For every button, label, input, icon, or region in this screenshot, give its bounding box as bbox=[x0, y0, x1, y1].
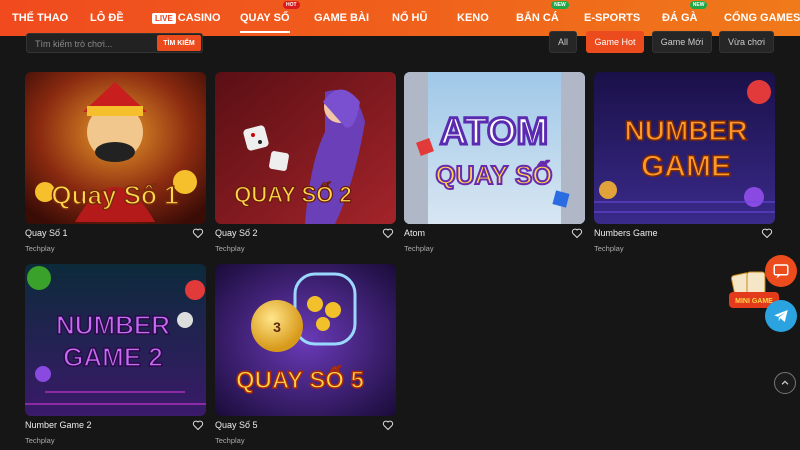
chat-icon[interactable] bbox=[765, 255, 797, 287]
game-thumbnail[interactable]: NUMBER GAME 2 bbox=[25, 264, 206, 416]
search-input[interactable] bbox=[35, 37, 155, 50]
heart-icon[interactable] bbox=[382, 419, 394, 431]
art-title: QUAY SỐ 5 bbox=[236, 366, 364, 394]
art-title-line1: NUMBER bbox=[625, 115, 748, 146]
filter-vua-choi[interactable]: Vừa chơi bbox=[719, 31, 774, 53]
scroll-to-top-button[interactable] bbox=[774, 372, 796, 394]
game-provider: Techplay bbox=[404, 244, 434, 253]
game-card[interactable]: NUMBER GAME Numbers Game Techplay bbox=[594, 72, 775, 253]
game-card[interactable]: Quay Số 1 Quay Số 1 Techplay bbox=[25, 72, 206, 253]
heart-icon[interactable] bbox=[571, 227, 583, 239]
game-provider: Techplay bbox=[215, 436, 245, 445]
nav-item-lo-de[interactable]: LÔ ĐỀ bbox=[90, 0, 124, 36]
game-title: Numbers Game bbox=[594, 228, 658, 238]
game-card[interactable]: 3 QUAY SỐ 5 Quay Số 5 Techplay bbox=[215, 264, 396, 445]
game-provider: Techplay bbox=[25, 436, 55, 445]
art-title-line1: ATOM bbox=[440, 111, 548, 153]
search-button[interactable]: TÌM KIẾM bbox=[157, 35, 201, 51]
live-tag: LIVE bbox=[152, 12, 176, 24]
heart-icon[interactable] bbox=[192, 419, 204, 431]
game-card[interactable]: NUMBER GAME 2 Number Game 2 Techplay bbox=[25, 264, 206, 445]
art-title: QUAY SỐ 2 bbox=[234, 181, 351, 207]
game-provider: Techplay bbox=[215, 244, 245, 253]
nav-item-casino[interactable]: LIVE CASINO bbox=[152, 0, 221, 36]
new-badge: NEW bbox=[551, 1, 569, 9]
new-badge: NEW bbox=[689, 1, 708, 9]
game-provider: Techplay bbox=[25, 244, 55, 253]
game-title: Quay Số 1 bbox=[25, 228, 68, 238]
mini-game-label: MINI GAME bbox=[735, 298, 773, 305]
nav-item-quay-so[interactable]: QUAY SỐ HOT bbox=[240, 0, 300, 36]
ball-number: 3 bbox=[273, 319, 281, 335]
game-thumbnail[interactable]: ATOM QUAY SỐ bbox=[404, 72, 585, 224]
hot-badge: HOT bbox=[282, 1, 300, 9]
heart-icon[interactable] bbox=[192, 227, 204, 239]
art-title: Quay Số 1 bbox=[51, 180, 178, 210]
filter-game-moi[interactable]: Game Mới bbox=[652, 31, 712, 53]
game-thumbnail[interactable]: QUAY SỐ 2 bbox=[215, 72, 396, 224]
game-title: Quay Số 5 bbox=[215, 420, 258, 430]
filter-all[interactable]: All bbox=[549, 31, 577, 53]
telegram-icon[interactable] bbox=[765, 300, 797, 332]
game-card[interactable]: ATOM QUAY SỐ Atom Techplay bbox=[404, 72, 585, 253]
art-title-line2: GAME 2 bbox=[63, 342, 163, 372]
game-thumbnail[interactable]: 3 QUAY SỐ 5 bbox=[215, 264, 396, 416]
nav-item-keno[interactable]: KENO bbox=[457, 0, 489, 36]
art-title-line2: GAME bbox=[641, 150, 731, 183]
chevron-up-icon bbox=[781, 380, 789, 385]
filter-game-hot[interactable]: Game Hot bbox=[586, 31, 644, 53]
nav-item-game-bai[interactable]: GAME BÀI bbox=[314, 0, 369, 36]
art-title-line2: QUAY SỐ bbox=[435, 160, 552, 190]
game-provider: Techplay bbox=[594, 244, 624, 253]
game-title: Number Game 2 bbox=[25, 420, 92, 430]
heart-icon[interactable] bbox=[382, 227, 394, 239]
game-thumbnail[interactable]: Quay Số 1 bbox=[25, 72, 206, 224]
nav-item-no-hu[interactable]: NỔ HŨ bbox=[392, 0, 427, 36]
heart-icon[interactable] bbox=[761, 227, 773, 239]
art-title-line1: NUMBER bbox=[56, 310, 170, 340]
game-thumbnail[interactable]: NUMBER GAME bbox=[594, 72, 775, 224]
game-title: Atom bbox=[404, 228, 426, 238]
nav-item-the-thao[interactable]: THỂ THAO bbox=[12, 0, 68, 36]
game-title: Quay Số 2 bbox=[215, 228, 258, 238]
search-box: TÌM KIẾM bbox=[26, 33, 203, 53]
game-card[interactable]: QUAY SỐ 2 Quay Số 2 Techplay bbox=[215, 72, 396, 253]
